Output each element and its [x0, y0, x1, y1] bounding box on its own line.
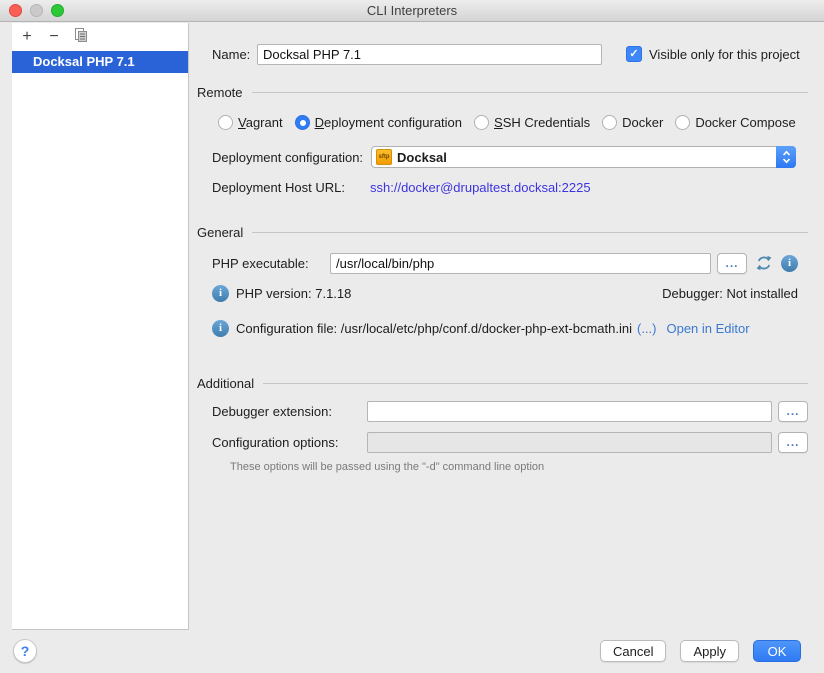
radio-vagrant[interactable]: Vagrant: [218, 115, 283, 130]
php-version-text: PHP version: 7.1.18: [236, 286, 351, 301]
titlebar[interactable]: CLI Interpreters: [0, 0, 824, 22]
add-interpreter-button[interactable]: +: [17, 27, 37, 47]
show-full-path-link[interactable]: (...): [637, 321, 657, 336]
radio-docker-compose-label: Docker Compose: [695, 115, 795, 130]
dialog-body: + − Docksa: [0, 23, 824, 630]
deployment-configuration-value: Docksal: [397, 150, 447, 165]
configuration-file-text: Configuration file: /usr/local/etc/php/c…: [236, 321, 632, 336]
php-executable-label: PHP executable:: [212, 256, 324, 271]
section-divider: [263, 383, 808, 384]
copy-icon: [73, 27, 89, 43]
radio-ssh-credentials[interactable]: SSH Credentials: [474, 115, 590, 130]
php-version-info-icon: i: [212, 285, 229, 302]
general-section-header: General: [197, 224, 808, 240]
configuration-options-browse-button[interactable]: ...: [778, 432, 808, 453]
radio-circle[interactable]: [218, 115, 233, 130]
radio-deployment-label: Deployment configuration: [315, 115, 462, 130]
deployment-host-url-label: Deployment Host URL:: [212, 180, 362, 195]
section-divider: [252, 92, 808, 93]
debugger-extension-input[interactable]: [367, 401, 772, 422]
radio-docker-label: Docker: [622, 115, 663, 130]
radio-deployment-configuration[interactable]: Deployment configuration: [295, 115, 462, 130]
deployment-configuration-select[interactable]: sftp Docksal: [371, 146, 796, 168]
sftp-icon: sftp: [376, 149, 392, 165]
remote-section-header: Remote: [197, 84, 808, 100]
php-executable-browse-button[interactable]: ...: [717, 253, 747, 274]
name-label: Name:: [212, 47, 251, 62]
name-input[interactable]: [257, 44, 602, 65]
settings-form: Name: ✓ Visible only for this project Re…: [189, 23, 824, 630]
config-file-info-icon: i: [212, 320, 229, 337]
ok-button[interactable]: OK: [753, 640, 801, 662]
general-section-label: General: [197, 225, 243, 240]
deployment-configuration-label: Deployment configuration:: [212, 150, 363, 165]
list-item-interpreter[interactable]: Docksal PHP 7.1: [12, 51, 188, 73]
help-button[interactable]: ?: [13, 639, 37, 663]
debugger-extension-browse-button[interactable]: ...: [778, 401, 808, 422]
radio-circle[interactable]: [602, 115, 617, 130]
additional-section-header: Additional: [197, 375, 808, 391]
visible-only-checkbox[interactable]: ✓: [626, 46, 642, 62]
window-title: CLI Interpreters: [0, 0, 824, 22]
radio-docker-compose[interactable]: Docker Compose: [675, 115, 795, 130]
cancel-button[interactable]: Cancel: [600, 640, 666, 662]
remove-interpreter-button[interactable]: −: [44, 27, 64, 47]
php-executable-input[interactable]: [330, 253, 711, 274]
section-divider: [252, 232, 808, 233]
dialog-footer: ? Cancel Apply OK: [0, 630, 824, 673]
visible-only-label: Visible only for this project: [649, 47, 800, 62]
open-in-editor-link[interactable]: Open in Editor: [666, 321, 749, 336]
radio-ssh-label: SSH Credentials: [494, 115, 590, 130]
debugger-status-text: Debugger: Not installed: [662, 286, 798, 301]
debugger-extension-label: Debugger extension:: [212, 404, 362, 419]
deployment-host-url-link[interactable]: ssh://docker@drupaltest.docksal:2225: [370, 180, 591, 195]
chevron-up-down-icon[interactable]: [776, 146, 796, 168]
configuration-options-label: Configuration options:: [212, 435, 362, 450]
sidebar-margin: + − Docksa: [0, 23, 189, 630]
radio-circle[interactable]: [474, 115, 489, 130]
radio-docker[interactable]: Docker: [602, 115, 663, 130]
copy-interpreter-button[interactable]: [71, 27, 91, 47]
cli-interpreters-dialog: CLI Interpreters + −: [0, 0, 824, 673]
radio-circle-selected[interactable]: [295, 115, 310, 130]
additional-section-label: Additional: [197, 376, 254, 391]
configuration-options-input[interactable]: [367, 432, 772, 453]
remote-section-label: Remote: [197, 85, 243, 100]
reload-icon[interactable]: [755, 254, 773, 272]
options-note-text: These options will be passed using the "…: [230, 461, 808, 473]
apply-button[interactable]: Apply: [680, 640, 739, 662]
interpreters-list-panel: + − Docksa: [12, 23, 189, 630]
list-toolbar: + −: [12, 23, 188, 51]
radio-circle[interactable]: [675, 115, 690, 130]
info-icon[interactable]: i: [781, 255, 798, 272]
radio-vagrant-label: Vagrant: [238, 115, 283, 130]
